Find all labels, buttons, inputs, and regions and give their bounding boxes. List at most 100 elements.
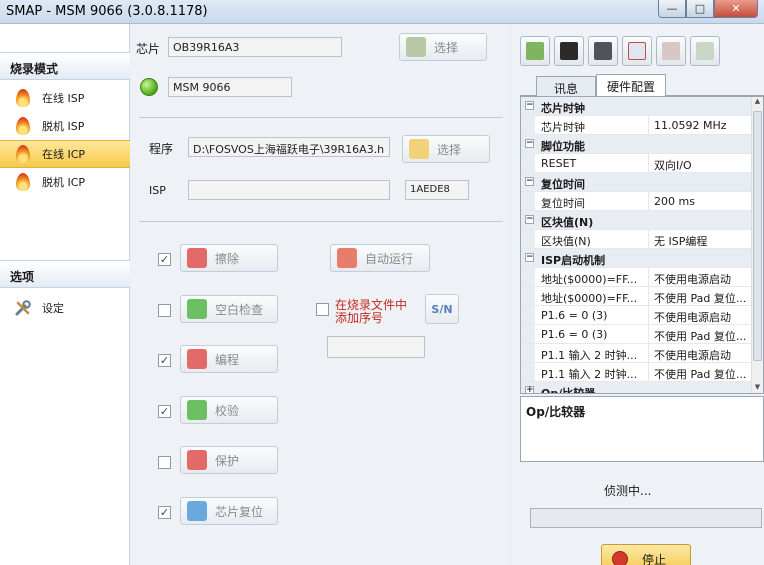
chip-select-button[interactable]: 选择 xyxy=(399,33,487,61)
property-value[interactable]: 无 ISP编程 xyxy=(648,230,753,249)
property-key: 地址($0000)=FF... xyxy=(541,292,638,305)
property-value[interactable]: 不使用 Pad 复位... xyxy=(648,325,753,344)
sidebar: 烧录模式 在线 ISP 脱机 ISP 在线 ICP 脱机 ICP 选项 设定 xyxy=(0,24,130,565)
program-checkbox[interactable]: ✓ xyxy=(158,354,171,367)
chip-label: 芯片 xyxy=(136,42,161,56)
collapse-icon[interactable]: − xyxy=(525,139,534,148)
property-row[interactable]: P1.6 = 0 (3) 不使用电源启动 xyxy=(521,306,753,325)
chip-reset-checkbox[interactable]: ✓ xyxy=(158,506,171,519)
stop-button[interactable]: 停止 xyxy=(601,544,691,565)
clear-button[interactable] xyxy=(622,36,652,66)
window-controls: — □ ✕ xyxy=(658,0,758,18)
load-button[interactable] xyxy=(520,36,550,66)
flame-icon xyxy=(14,172,32,192)
tab-messages[interactable]: 讯息 xyxy=(536,76,596,96)
verify-button[interactable]: 校验 xyxy=(180,396,278,424)
property-key: 芯片时钟 xyxy=(541,121,585,134)
status-text: 侦测中... xyxy=(604,484,652,498)
sn-button[interactable]: S/N xyxy=(425,294,459,324)
collapse-icon[interactable]: − xyxy=(525,101,534,110)
progress-bar xyxy=(530,508,762,528)
chip-button[interactable] xyxy=(554,36,584,66)
tab-hardware-config[interactable]: 硬件配置 xyxy=(596,74,666,97)
expand-icon[interactable]: + xyxy=(525,386,534,393)
check-icon xyxy=(187,299,207,319)
property-key: 区块值(N) xyxy=(541,235,591,248)
property-value[interactable]: 不使用电源启动 xyxy=(648,344,753,363)
property-key: P1.6 = 0 (3) xyxy=(541,328,608,341)
sidebar-item-online-isp[interactable]: 在线 ISP xyxy=(0,84,130,112)
flame-icon xyxy=(14,144,32,164)
divider xyxy=(139,221,503,222)
erase-button[interactable]: 擦除 xyxy=(180,244,278,272)
program-path-field: D:\FOSVOS上海福跃电子\39R16A3.h xyxy=(188,137,390,157)
property-row[interactable]: 区块值(N) 无 ISP编程 xyxy=(521,230,753,249)
property-value[interactable]: 不使用电源启动 xyxy=(648,268,753,287)
program-label: 程序 xyxy=(149,142,174,156)
scroll-down-icon[interactable]: ▼ xyxy=(752,383,763,393)
scroll-up-icon[interactable]: ▲ xyxy=(752,97,763,109)
property-row[interactable]: RESET 双向I/O xyxy=(521,154,753,173)
minimize-button[interactable]: — xyxy=(658,0,686,18)
property-value[interactable]: 不使用 Pad 复位... xyxy=(648,287,753,306)
auto-run-button[interactable]: 自动运行 xyxy=(330,244,430,272)
load-icon xyxy=(526,42,544,60)
property-row[interactable]: 复位时间 200 ms xyxy=(521,192,753,211)
collapse-icon[interactable]: − xyxy=(525,215,534,224)
category-row[interactable]: − 脚位功能 xyxy=(521,135,753,154)
property-row[interactable]: 芯片时钟 11.0592 MHz xyxy=(521,116,753,135)
chip-select-icon xyxy=(406,37,426,57)
scroll-thumb[interactable] xyxy=(753,111,762,361)
protect-checkbox[interactable] xyxy=(158,456,171,469)
property-row[interactable]: P1.1 输入 2 时钟... 不使用电源启动 xyxy=(521,344,753,363)
sidebar-item-offline-isp[interactable]: 脱机 ISP xyxy=(0,112,130,140)
property-row[interactable]: P1.1 输入 2 时钟... 不使用 Pad 复位... xyxy=(521,363,753,382)
chip-reset-button[interactable]: 芯片复位 xyxy=(180,497,278,525)
maximize-button[interactable]: □ xyxy=(686,0,714,18)
category-row[interactable]: − 芯片时钟 xyxy=(521,97,753,116)
protect-button[interactable]: 保护 xyxy=(180,446,278,474)
erase-checkbox[interactable]: ✓ xyxy=(158,253,171,266)
sidebar-item-settings[interactable]: 设定 xyxy=(0,294,130,322)
back-icon xyxy=(662,42,680,60)
serial-label-line2: 添加序号 xyxy=(335,311,384,325)
property-key: P1.6 = 0 (3) xyxy=(541,309,608,322)
divider xyxy=(139,117,503,118)
serial-checkbox[interactable] xyxy=(316,303,329,316)
property-value[interactable]: 11.0592 MHz xyxy=(648,116,753,135)
property-row[interactable]: P1.6 = 0 (3) 不使用 Pad 复位... xyxy=(521,325,753,344)
program-select-label: 选择 xyxy=(437,142,462,157)
program-button[interactable]: 编程 xyxy=(180,345,278,373)
property-row[interactable]: 地址($0000)=FF... 不使用电源启动 xyxy=(521,268,753,287)
property-value[interactable]: 双向I/O xyxy=(648,154,753,173)
category-row[interactable]: − 区块值(N) xyxy=(521,211,753,230)
category-row[interactable]: − 复位时间 xyxy=(521,173,753,192)
blank-check-button[interactable]: 空白检查 xyxy=(180,295,278,323)
property-grid: − 芯片时钟 芯片时钟 11.0592 MHz − 脚位功能 RESET 双向I/O −… xyxy=(520,96,764,394)
serial-label-line1: 在烧录文件中 xyxy=(335,298,408,312)
sidebar-item-online-icp[interactable]: 在线 ICP xyxy=(0,140,130,168)
close-button[interactable]: ✕ xyxy=(714,0,758,18)
property-value[interactable]: 不使用 Pad 复位... xyxy=(648,363,753,382)
category-row[interactable]: + Op/比较器 xyxy=(521,382,753,393)
collapse-icon[interactable]: − xyxy=(525,177,534,186)
config-button[interactable] xyxy=(588,36,618,66)
property-value[interactable]: 200 ms xyxy=(648,192,753,211)
property-key: RESET xyxy=(541,157,577,170)
grid-scrollbar[interactable]: ▲ ▼ xyxy=(751,97,763,393)
serial-value-field[interactable] xyxy=(327,336,425,358)
sidebar-item-offline-icp[interactable]: 脱机 ICP xyxy=(0,168,130,196)
program-select-button[interactable]: 选择 xyxy=(402,135,490,163)
blank-check-checkbox[interactable] xyxy=(158,304,171,317)
flame-icon xyxy=(14,88,32,108)
sidebar-item-label: 在线 ISP xyxy=(42,92,85,105)
collapse-icon[interactable]: − xyxy=(525,253,534,262)
property-value[interactable]: 不使用电源启动 xyxy=(648,306,753,325)
config-icon xyxy=(594,42,612,60)
back-button[interactable] xyxy=(656,36,686,66)
property-row[interactable]: 地址($0000)=FF... 不使用 Pad 复位... xyxy=(521,287,753,306)
forward-button[interactable] xyxy=(690,36,720,66)
verify-checkbox[interactable]: ✓ xyxy=(158,405,171,418)
category-row[interactable]: − ISP启动机制 xyxy=(521,249,753,268)
protect-label: 保护 xyxy=(215,453,240,468)
